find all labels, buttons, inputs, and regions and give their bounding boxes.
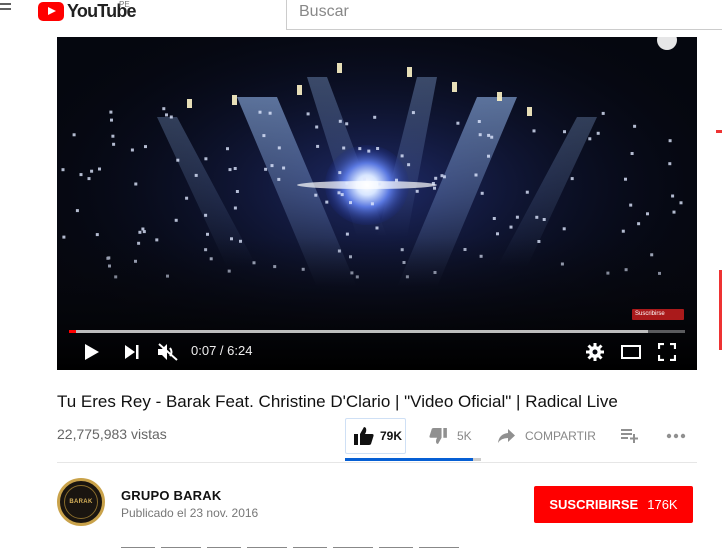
publish-date: Publicado el 23 nov. 2016 xyxy=(121,506,259,520)
next-button[interactable] xyxy=(123,342,141,362)
time-display: 0:07 / 6:24 xyxy=(191,343,252,358)
subscribe-label: SUSCRIBIRSE xyxy=(549,497,639,512)
avatar-logo: BARAK xyxy=(64,485,98,519)
menu-icon[interactable] xyxy=(0,3,14,17)
settings-icon xyxy=(586,343,604,361)
more-actions-button[interactable] xyxy=(666,418,686,454)
share-label: COMPARTIR xyxy=(525,429,596,443)
thumbs-down-icon xyxy=(429,428,447,444)
youtube-logo-icon xyxy=(38,1,64,21)
subscribe-watermark[interactable]: Suscribirse xyxy=(632,309,684,320)
time-total: 6:24 xyxy=(227,343,253,358)
progress-bar[interactable] xyxy=(69,330,685,333)
divider xyxy=(57,462,697,463)
sentiment-bar xyxy=(345,458,481,461)
time-current: 0:07 xyxy=(191,343,217,358)
channel-name[interactable]: GRUPO BARAK xyxy=(121,488,221,503)
search-box[interactable] xyxy=(286,0,722,30)
search-input[interactable] xyxy=(287,0,722,29)
dislike-button[interactable]: 5K xyxy=(429,418,472,454)
dislike-count: 5K xyxy=(457,429,472,443)
next-icon xyxy=(125,345,139,359)
play-icon xyxy=(85,344,99,360)
like-button[interactable]: 79K xyxy=(345,418,406,454)
channel-avatar[interactable]: BARAK xyxy=(57,478,105,526)
video-frame xyxy=(57,37,697,370)
fullscreen-icon xyxy=(658,343,676,361)
theater-button[interactable] xyxy=(619,342,643,362)
add-to-playlist-button[interactable] xyxy=(621,418,639,454)
subscriber-count: 176K xyxy=(647,497,678,512)
progress-loaded xyxy=(69,330,649,333)
mute-button[interactable] xyxy=(157,342,179,362)
settings-button[interactable] xyxy=(585,342,605,362)
time-separator: / xyxy=(216,343,228,358)
region-code: PE xyxy=(119,0,130,9)
masthead: YouTube PE xyxy=(0,0,722,36)
thumbs-up-icon xyxy=(354,427,374,445)
view-count: 22,775,983 vistas xyxy=(57,426,167,442)
subscribe-button[interactable]: SUSCRIBIRSE 176K xyxy=(534,486,693,523)
share-icon xyxy=(498,429,515,443)
add-to-playlist-icon xyxy=(621,429,638,443)
mute-icon xyxy=(158,343,178,361)
theater-icon xyxy=(621,345,641,359)
play-button[interactable] xyxy=(83,342,101,362)
like-count: 79K xyxy=(380,429,403,443)
progress-played xyxy=(69,330,76,333)
share-button[interactable]: COMPARTIR xyxy=(498,418,596,454)
more-icon xyxy=(666,433,686,439)
video-player[interactable]: Suscribirse 0:07 / 6:24 xyxy=(57,37,697,370)
description-preview-cutoff xyxy=(121,542,461,548)
edge-mark xyxy=(716,130,722,133)
sentiment-bar-like-portion xyxy=(345,458,473,461)
fullscreen-button[interactable] xyxy=(656,342,678,362)
video-title: Tu Eres Rey - Barak Feat. Christine D'Cl… xyxy=(57,392,618,411)
